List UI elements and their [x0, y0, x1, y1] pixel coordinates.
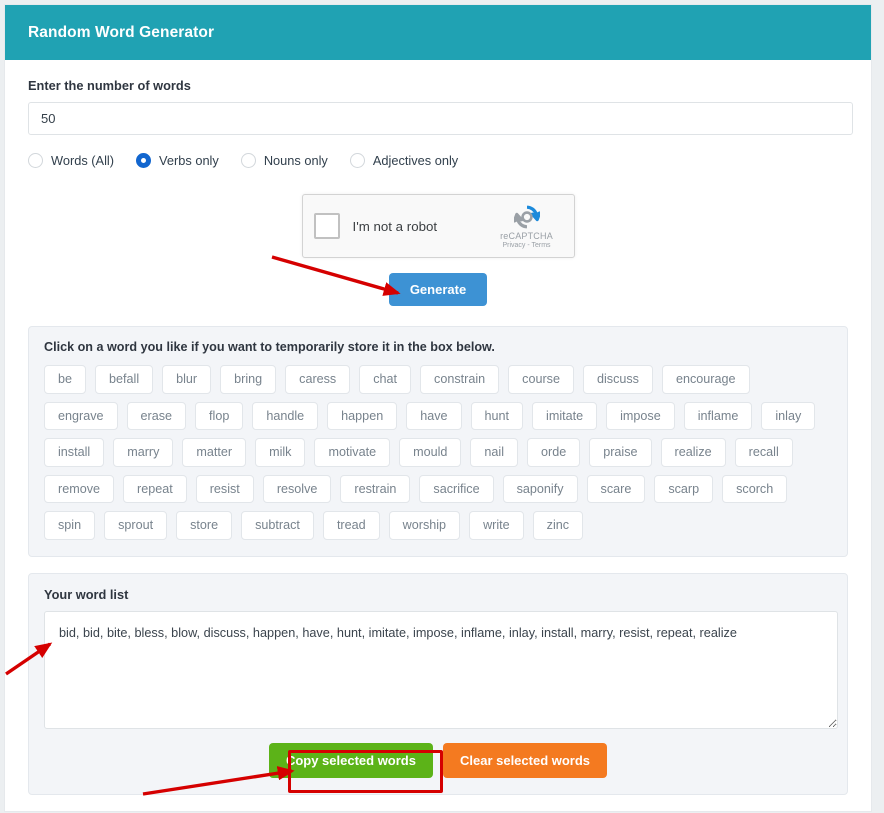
word-chip[interactable]: nail — [470, 438, 519, 467]
word-chip[interactable]: scare — [586, 474, 646, 504]
word-chips-panel: Click on a word you like if you want to … — [28, 326, 848, 557]
word-chip[interactable]: restrain — [340, 474, 411, 504]
word-chip[interactable]: inlay — [761, 401, 816, 431]
panel-body: Enter the number of words Words (All) Ve… — [5, 60, 871, 795]
word-chip[interactable]: impose — [606, 401, 675, 431]
radio-dot-icon — [28, 152, 43, 168]
word-chip[interactable]: remove — [44, 474, 114, 504]
word-chip[interactable]: handle — [252, 401, 319, 431]
app-card: Random Word Generator Enter the number o… — [5, 5, 871, 811]
word-count-input[interactable] — [28, 102, 853, 135]
word-chip[interactable]: sacrifice — [419, 474, 494, 504]
word-chip[interactable]: scorch — [722, 474, 788, 504]
generate-row: Generate — [28, 273, 848, 306]
word-chip[interactable]: subtract — [241, 511, 314, 540]
panel-header: Random Word Generator — [5, 5, 871, 60]
word-chip[interactable]: mould — [399, 438, 462, 467]
generate-button[interactable]: Generate — [388, 273, 488, 306]
word-chip[interactable]: recall — [734, 438, 793, 467]
word-chip[interactable]: be — [44, 365, 87, 394]
word-chip[interactable]: write — [469, 511, 524, 540]
word-chip[interactable]: resist — [195, 474, 254, 504]
word-chip[interactable]: befall — [95, 365, 154, 394]
word-chip[interactable]: spin — [44, 511, 96, 540]
word-chip[interactable]: tread — [322, 511, 380, 540]
recaptcha-checkbox[interactable] — [313, 213, 340, 239]
recaptcha-label: I'm not a robot — [352, 218, 438, 234]
word-chip[interactable]: constrain — [420, 365, 500, 394]
radio-option-nouns-only[interactable]: Nouns only — [240, 152, 328, 168]
word-chip[interactable]: praise — [589, 438, 652, 467]
word-chip[interactable]: orde — [527, 438, 581, 467]
recaptcha-logo-icon — [491, 204, 563, 230]
captcha-row: I'm not a robot reCAPTCHA Privacy - Term… — [28, 194, 848, 258]
radio-label: Words (All) — [51, 152, 115, 168]
word-chip[interactable]: bring — [220, 365, 277, 394]
word-chip[interactable]: hunt — [470, 401, 524, 431]
word-chip[interactable]: install — [44, 438, 105, 467]
word-chip[interactable]: sprout — [104, 511, 168, 540]
radio-label: Adjectives only — [372, 152, 459, 168]
radio-option-words-all[interactable]: Words (All) — [28, 152, 115, 168]
word-list-title: Your word list — [44, 586, 129, 602]
radio-label: Verbs only — [159, 152, 219, 168]
word-chip[interactable]: blur — [162, 365, 212, 394]
word-chip[interactable]: resolve — [262, 474, 332, 504]
word-chip[interactable]: marry — [113, 438, 174, 467]
word-chip[interactable]: encourage — [661, 365, 750, 394]
word-chip[interactable]: flop — [195, 401, 244, 431]
word-chips-hint: Click on a word you like if you want to … — [44, 340, 495, 354]
word-list-panel: Your word list bid, bid, bite, bless, bl… — [28, 572, 848, 795]
word-chip[interactable]: saponify — [502, 474, 578, 504]
radio-dot-icon — [240, 152, 256, 168]
word-type-radio-group[interactable]: Words (All) Verbs only Nouns only Adject… — [28, 149, 848, 171]
word-chip[interactable]: scarp — [654, 474, 714, 504]
word-chip[interactable]: happen — [327, 401, 398, 431]
word-chip[interactable]: worship — [388, 511, 461, 540]
word-chip[interactable]: caress — [285, 365, 351, 394]
recaptcha-brand: reCAPTCHA Privacy - Terms — [491, 204, 563, 249]
word-list-actions: Copy selected words Clear selected words — [44, 742, 832, 778]
recaptcha-widget[interactable]: I'm not a robot reCAPTCHA Privacy - Term… — [301, 194, 575, 258]
recaptcha-brand-name: reCAPTCHA — [500, 230, 553, 241]
word-chip[interactable]: inflame — [683, 401, 753, 431]
word-chip[interactable]: imitate — [532, 401, 598, 431]
recaptcha-privacy-terms[interactable]: Privacy - Terms — [491, 242, 563, 249]
word-chip[interactable]: matter — [182, 438, 247, 467]
radio-dot-icon — [349, 152, 365, 168]
word-chip[interactable]: repeat — [123, 474, 187, 504]
word-chip[interactable]: zinc — [532, 511, 584, 540]
word-chip[interactable]: motivate — [314, 438, 391, 467]
word-chip[interactable]: discuss — [582, 365, 653, 394]
word-list-textarea[interactable]: bid, bid, bite, bless, blow, discuss, ha… — [44, 610, 838, 729]
word-chips-list: be befall blur bring caress chat constrain cour… — [44, 365, 832, 540]
word-count-label: Enter the number of words — [28, 78, 191, 93]
word-chip[interactable]: engrave — [44, 401, 118, 431]
copy-selected-words-button[interactable]: Copy selected words — [268, 742, 433, 778]
word-chip[interactable]: chat — [359, 365, 412, 394]
radio-label: Nouns only — [263, 152, 328, 168]
radio-option-adjectives-only[interactable]: Adjectives only — [349, 152, 459, 168]
word-chip[interactable]: store — [176, 511, 233, 540]
word-chip[interactable]: have — [406, 401, 462, 431]
clear-selected-words-button[interactable]: Clear selected words — [442, 742, 608, 778]
word-chip[interactable]: milk — [255, 438, 306, 467]
word-chip[interactable]: realize — [660, 438, 726, 467]
word-chip[interactable]: erase — [126, 401, 187, 431]
radio-dot-icon — [136, 152, 152, 168]
page-title: Random Word Generator — [28, 23, 215, 41]
radio-option-verbs-only[interactable]: Verbs only — [136, 152, 219, 168]
word-chip[interactable]: course — [508, 365, 574, 394]
